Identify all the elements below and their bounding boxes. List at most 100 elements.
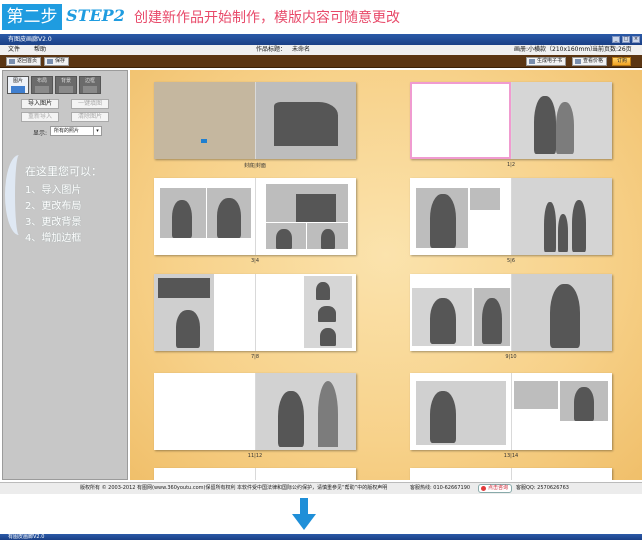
spread-label: 封底|封面 — [244, 163, 266, 169]
page-13-photo[interactable] — [416, 381, 506, 445]
consult-label: 点击咨询 — [488, 485, 509, 491]
spread-next-left[interactable] — [154, 468, 356, 480]
page-1-blank[interactable] — [410, 82, 511, 159]
consult-button[interactable]: 点击咨询 — [478, 484, 513, 493]
page-8-collage[interactable] — [304, 276, 352, 348]
menu-help[interactable]: 帮助 — [34, 45, 46, 55]
page-5-photo-b[interactable] — [470, 188, 500, 210]
show-filter-label: 显示: — [33, 130, 48, 137]
hint-callout: 在这里您可以： 1、导入图片 2、更改布局 3、更改背景 4、增加边框 — [3, 155, 127, 265]
album-size: 画册:小横款（210x160mm） — [514, 46, 597, 53]
back-home-button[interactable]: 返回首页 — [6, 57, 42, 66]
page-root: { "banner": { "step_cn": "第二步", "step_en… — [0, 0, 642, 540]
page-4-photo-b[interactable] — [266, 223, 306, 249]
spread-label: 5|6 — [506, 258, 516, 264]
window-controls: _ □ × — [612, 36, 640, 43]
page-5-photo-a[interactable] — [416, 188, 468, 248]
background-icon — [59, 86, 73, 93]
left-panel: 图片 布局 背景 边框 导入图片 一键填图 重新导入 清除图片 显示: 所有的照… — [2, 70, 128, 480]
tab-layout[interactable]: 布局 — [31, 76, 53, 94]
close-button[interactable]: × — [632, 36, 640, 43]
status-bar: 版权所有 © 2003-2012 有图网(www.360youtu.com)保留… — [0, 482, 642, 494]
minimize-button[interactable]: _ — [612, 36, 620, 43]
page-count: 当前页数:26页 — [592, 46, 632, 53]
page-2-photo[interactable] — [512, 82, 612, 159]
page-12-photo[interactable] — [256, 373, 356, 450]
tab-background[interactable]: 背景 — [55, 76, 77, 94]
spread-label: 3|4 — [250, 258, 260, 264]
ebook-icon — [529, 59, 535, 64]
generate-ebook-button[interactable]: 生成电子书 — [526, 57, 567, 66]
toolbar: 返回首页 保存 生成电子书 查看价格 订购 — [0, 55, 642, 68]
page-4-photo-a[interactable] — [266, 184, 348, 222]
tab-layout-label: 布局 — [36, 78, 47, 84]
import-photo-button[interactable]: 导入图片 — [21, 99, 59, 109]
work-title-label: 作品标题： — [256, 46, 287, 53]
clear-photo-button[interactable]: 清除图片 — [71, 112, 109, 122]
tab-photos[interactable]: 图片 — [7, 76, 29, 94]
step-banner: 第二步 STEP2 创建新作品开始制作，模版内容可随意更改 — [0, 0, 642, 36]
qq-text: 客服QQ: 2570626763 — [516, 485, 569, 491]
page-9-photo-a[interactable] — [412, 288, 472, 346]
page-3-photo-b[interactable] — [207, 188, 251, 238]
view-price-button[interactable]: 查看价格 — [572, 57, 608, 66]
copyright-text: 版权所有 © 2003-2012 有图网(www.360youtu.com)保留… — [80, 485, 388, 491]
great-wall-silhouette — [296, 194, 336, 222]
save-icon — [47, 59, 53, 64]
spread-label: 7|8 — [250, 354, 260, 360]
window-title-bar: 有图皮画廊V2.0 — [0, 34, 642, 45]
spread-next-right[interactable] — [410, 468, 612, 480]
border-icon — [83, 86, 97, 93]
page-10-photo[interactable] — [512, 274, 612, 351]
panel-tabs: 图片 布局 背景 边框 — [7, 76, 101, 94]
back-cover-photo[interactable] — [154, 82, 255, 159]
tab-background-label: 背景 — [60, 78, 71, 84]
price-icon — [575, 59, 581, 64]
spread-5-6[interactable] — [410, 178, 612, 255]
spread-3-4[interactable] — [154, 178, 356, 255]
page-6-photo[interactable] — [512, 178, 612, 255]
order-button[interactable]: 订购 — [612, 57, 632, 66]
menu-file[interactable]: 文件 — [8, 45, 20, 55]
spread-1-2[interactable] — [410, 82, 612, 159]
front-cover-photo[interactable] — [256, 82, 356, 159]
spread-11-12[interactable] — [154, 373, 356, 450]
person-silhouette — [544, 202, 556, 252]
person-silhouette — [430, 194, 456, 248]
page-3-photo-a[interactable] — [160, 188, 206, 238]
one-key-fill-button[interactable]: 一键填图 — [71, 99, 109, 109]
save-button[interactable]: 保存 — [44, 57, 70, 66]
generate-ebook-label: 生成电子书 — [537, 58, 563, 64]
page-14-photo-b[interactable] — [560, 381, 608, 421]
page-7-photo[interactable] — [154, 274, 214, 351]
spread-label: 13|14 — [503, 453, 519, 459]
spread-13-14[interactable] — [410, 373, 612, 450]
person-silhouette — [217, 198, 241, 238]
page-4-photo-c[interactable] — [307, 223, 348, 249]
next-window-title-bar: 有图皮画廊V2.0 — [0, 534, 642, 540]
spread-7-8[interactable] — [154, 274, 356, 351]
person-silhouette — [321, 229, 335, 249]
person-silhouette — [172, 200, 192, 238]
home-icon — [9, 59, 15, 64]
spread-cover[interactable] — [154, 82, 356, 159]
hint-item: 3、更改背景 — [25, 217, 82, 228]
show-filter-select[interactable]: 所有的照片 ▾ — [50, 126, 102, 136]
work-title-value[interactable]: 未命名 — [292, 45, 310, 55]
person-silhouette — [318, 306, 336, 322]
maximize-button[interactable]: □ — [622, 36, 630, 43]
person-silhouette — [558, 214, 568, 252]
hotline-text: 客服热线: 010-62667190 — [410, 485, 471, 491]
tab-border[interactable]: 边框 — [79, 76, 101, 94]
spread-label: 1|2 — [506, 162, 516, 168]
page-9-photo-b[interactable] — [474, 288, 510, 346]
spread-9-10[interactable] — [410, 274, 612, 351]
reimport-button[interactable]: 重新导入 — [21, 112, 59, 122]
next-window-title: 有图皮画廊V2.0 — [8, 534, 45, 540]
chat-icon — [481, 486, 486, 491]
page-14-photo-a[interactable] — [514, 381, 558, 409]
person-silhouette — [276, 229, 292, 249]
person-silhouette — [482, 298, 502, 344]
window-title: 有图皮画廊V2.0 — [8, 36, 52, 43]
layout-icon — [35, 86, 49, 93]
